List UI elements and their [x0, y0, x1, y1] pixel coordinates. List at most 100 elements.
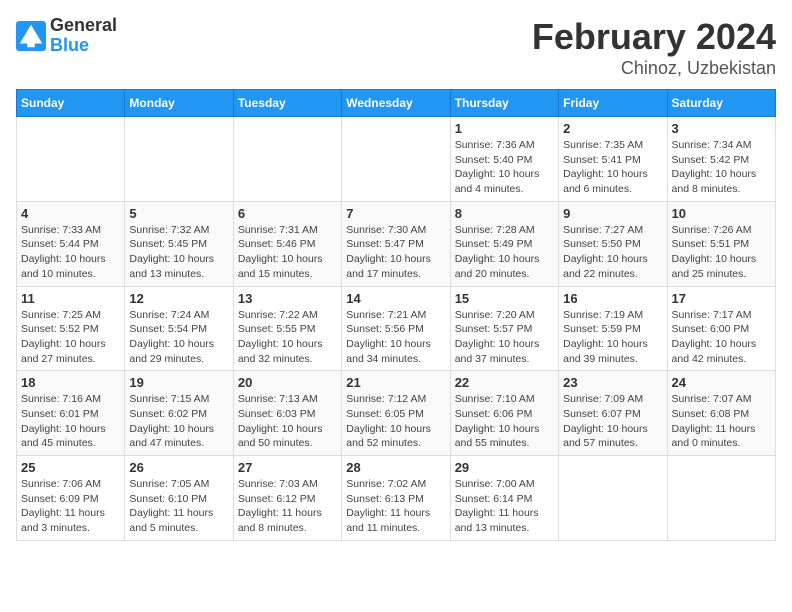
day-number: 12	[129, 291, 228, 306]
day-number: 5	[129, 206, 228, 221]
day-info: Sunrise: 7:20 AM Sunset: 5:57 PM Dayligh…	[455, 308, 554, 367]
day-info: Sunrise: 7:30 AM Sunset: 5:47 PM Dayligh…	[346, 223, 445, 282]
calendar-week-3: 18 Sunrise: 7:16 AM Sunset: 6:01 PM Dayli…	[17, 371, 776, 456]
calendar-cell	[233, 117, 341, 202]
logo-icon	[16, 21, 46, 51]
day-number: 8	[455, 206, 554, 221]
day-number: 29	[455, 460, 554, 475]
calendar-cell: 1 Sunrise: 7:36 AM Sunset: 5:40 PM Daylig…	[450, 117, 558, 202]
day-info: Sunrise: 7:06 AM Sunset: 6:09 PM Dayligh…	[21, 477, 120, 536]
day-info: Sunrise: 7:32 AM Sunset: 5:45 PM Dayligh…	[129, 223, 228, 282]
calendar-cell: 23 Sunrise: 7:09 AM Sunset: 6:07 PM Dayli…	[559, 371, 667, 456]
day-number: 23	[563, 375, 662, 390]
day-number: 14	[346, 291, 445, 306]
header-day-friday: Friday	[559, 90, 667, 117]
calendar-cell: 9 Sunrise: 7:27 AM Sunset: 5:50 PM Daylig…	[559, 201, 667, 286]
day-number: 1	[455, 121, 554, 136]
day-number: 28	[346, 460, 445, 475]
calendar-cell: 21 Sunrise: 7:12 AM Sunset: 6:05 PM Dayli…	[342, 371, 450, 456]
day-info: Sunrise: 7:33 AM Sunset: 5:44 PM Dayligh…	[21, 223, 120, 282]
header-day-sunday: Sunday	[17, 90, 125, 117]
day-number: 2	[563, 121, 662, 136]
calendar-cell: 6Sunrise: 7:31 AM Sunset: 5:46 PM Daylig…	[233, 201, 341, 286]
header-day-tuesday: Tuesday	[233, 90, 341, 117]
day-info: Sunrise: 7:21 AM Sunset: 5:56 PM Dayligh…	[346, 308, 445, 367]
day-info: Sunrise: 7:00 AM Sunset: 6:14 PM Dayligh…	[455, 477, 554, 536]
calendar-cell: 29 Sunrise: 7:00 AM Sunset: 6:14 PM Dayli…	[450, 456, 558, 541]
calendar-cell: 8 Sunrise: 7:28 AM Sunset: 5:49 PM Daylig…	[450, 201, 558, 286]
day-number: 13	[238, 291, 337, 306]
page-header: General Blue February 2024 Chinoz, Uzbek…	[16, 16, 776, 79]
day-info: Sunrise: 7:35 AM Sunset: 5:41 PM Dayligh…	[563, 138, 662, 197]
day-info: Sunrise: 7:28 AM Sunset: 5:49 PM Dayligh…	[455, 223, 554, 282]
calendar-cell: 18 Sunrise: 7:16 AM Sunset: 6:01 PM Dayli…	[17, 371, 125, 456]
logo-general: General	[50, 16, 117, 36]
day-number: 26	[129, 460, 228, 475]
header-day-saturday: Saturday	[667, 90, 775, 117]
day-info: Sunrise: 7:26 AM Sunset: 5:51 PM Dayligh…	[672, 223, 771, 282]
day-info: Sunrise: 7:02 AM Sunset: 6:13 PM Dayligh…	[346, 477, 445, 536]
calendar-table: SundayMondayTuesdayWednesdayThursdayFrid…	[16, 89, 776, 541]
calendar-cell: 2 Sunrise: 7:35 AM Sunset: 5:41 PM Daylig…	[559, 117, 667, 202]
calendar-week-2: 11 Sunrise: 7:25 AM Sunset: 5:52 PM Dayli…	[17, 286, 776, 371]
calendar-cell	[559, 456, 667, 541]
day-number: 9	[563, 206, 662, 221]
day-info: Sunrise: 7:15 AM Sunset: 6:02 PM Dayligh…	[129, 392, 228, 451]
calendar-cell: 20Sunrise: 7:13 AM Sunset: 6:03 PM Dayli…	[233, 371, 341, 456]
calendar-title: February 2024	[532, 16, 776, 58]
calendar-week-1: 4Sunrise: 7:33 AM Sunset: 5:44 PM Daylig…	[17, 201, 776, 286]
day-number: 17	[672, 291, 771, 306]
day-number: 27	[238, 460, 337, 475]
day-number: 15	[455, 291, 554, 306]
day-number: 10	[672, 206, 771, 221]
day-info: Sunrise: 7:25 AM Sunset: 5:52 PM Dayligh…	[21, 308, 120, 367]
calendar-body: 1 Sunrise: 7:36 AM Sunset: 5:40 PM Daylig…	[17, 117, 776, 541]
calendar-cell: 19 Sunrise: 7:15 AM Sunset: 6:02 PM Dayli…	[125, 371, 233, 456]
day-number: 11	[21, 291, 120, 306]
day-number: 6	[238, 206, 337, 221]
day-number: 20	[238, 375, 337, 390]
calendar-cell: 4Sunrise: 7:33 AM Sunset: 5:44 PM Daylig…	[17, 201, 125, 286]
day-number: 16	[563, 291, 662, 306]
logo: General Blue	[16, 16, 117, 56]
calendar-week-0: 1 Sunrise: 7:36 AM Sunset: 5:40 PM Daylig…	[17, 117, 776, 202]
day-info: Sunrise: 7:03 AM Sunset: 6:12 PM Dayligh…	[238, 477, 337, 536]
logo-text: General Blue	[50, 16, 117, 56]
calendar-cell: 13 Sunrise: 7:22 AM Sunset: 5:55 PM Dayli…	[233, 286, 341, 371]
calendar-week-4: 25 Sunrise: 7:06 AM Sunset: 6:09 PM Dayli…	[17, 456, 776, 541]
day-info: Sunrise: 7:09 AM Sunset: 6:07 PM Dayligh…	[563, 392, 662, 451]
day-info: Sunrise: 7:16 AM Sunset: 6:01 PM Dayligh…	[21, 392, 120, 451]
day-number: 21	[346, 375, 445, 390]
header-row: SundayMondayTuesdayWednesdayThursdayFrid…	[17, 90, 776, 117]
calendar-cell: 16 Sunrise: 7:19 AM Sunset: 5:59 PM Dayli…	[559, 286, 667, 371]
day-number: 7	[346, 206, 445, 221]
calendar-cell: 26 Sunrise: 7:05 AM Sunset: 6:10 PM Dayli…	[125, 456, 233, 541]
day-info: Sunrise: 7:10 AM Sunset: 6:06 PM Dayligh…	[455, 392, 554, 451]
calendar-cell: 3 Sunrise: 7:34 AM Sunset: 5:42 PM Daylig…	[667, 117, 775, 202]
calendar-cell: 12Sunrise: 7:24 AM Sunset: 5:54 PM Dayli…	[125, 286, 233, 371]
day-number: 19	[129, 375, 228, 390]
day-info: Sunrise: 7:34 AM Sunset: 5:42 PM Dayligh…	[672, 138, 771, 197]
day-info: Sunrise: 7:05 AM Sunset: 6:10 PM Dayligh…	[129, 477, 228, 536]
calendar-cell: 17Sunrise: 7:17 AM Sunset: 6:00 PM Dayli…	[667, 286, 775, 371]
calendar-cell: 25 Sunrise: 7:06 AM Sunset: 6:09 PM Dayli…	[17, 456, 125, 541]
day-number: 25	[21, 460, 120, 475]
day-info: Sunrise: 7:12 AM Sunset: 6:05 PM Dayligh…	[346, 392, 445, 451]
calendar-cell: 22Sunrise: 7:10 AM Sunset: 6:06 PM Dayli…	[450, 371, 558, 456]
day-info: Sunrise: 7:22 AM Sunset: 5:55 PM Dayligh…	[238, 308, 337, 367]
calendar-subtitle: Chinoz, Uzbekistan	[532, 58, 776, 79]
day-info: Sunrise: 7:19 AM Sunset: 5:59 PM Dayligh…	[563, 308, 662, 367]
calendar-cell: 7 Sunrise: 7:30 AM Sunset: 5:47 PM Daylig…	[342, 201, 450, 286]
calendar-cell: 14 Sunrise: 7:21 AM Sunset: 5:56 PM Dayli…	[342, 286, 450, 371]
calendar-cell: 11 Sunrise: 7:25 AM Sunset: 5:52 PM Dayli…	[17, 286, 125, 371]
calendar-cell: 5 Sunrise: 7:32 AM Sunset: 5:45 PM Daylig…	[125, 201, 233, 286]
calendar-cell	[17, 117, 125, 202]
calendar-header: SundayMondayTuesdayWednesdayThursdayFrid…	[17, 90, 776, 117]
day-info: Sunrise: 7:36 AM Sunset: 5:40 PM Dayligh…	[455, 138, 554, 197]
day-number: 3	[672, 121, 771, 136]
day-info: Sunrise: 7:27 AM Sunset: 5:50 PM Dayligh…	[563, 223, 662, 282]
logo-blue: Blue	[50, 36, 117, 56]
day-number: 18	[21, 375, 120, 390]
calendar-cell: 24Sunrise: 7:07 AM Sunset: 6:08 PM Dayli…	[667, 371, 775, 456]
calendar-cell: 10 Sunrise: 7:26 AM Sunset: 5:51 PM Dayli…	[667, 201, 775, 286]
